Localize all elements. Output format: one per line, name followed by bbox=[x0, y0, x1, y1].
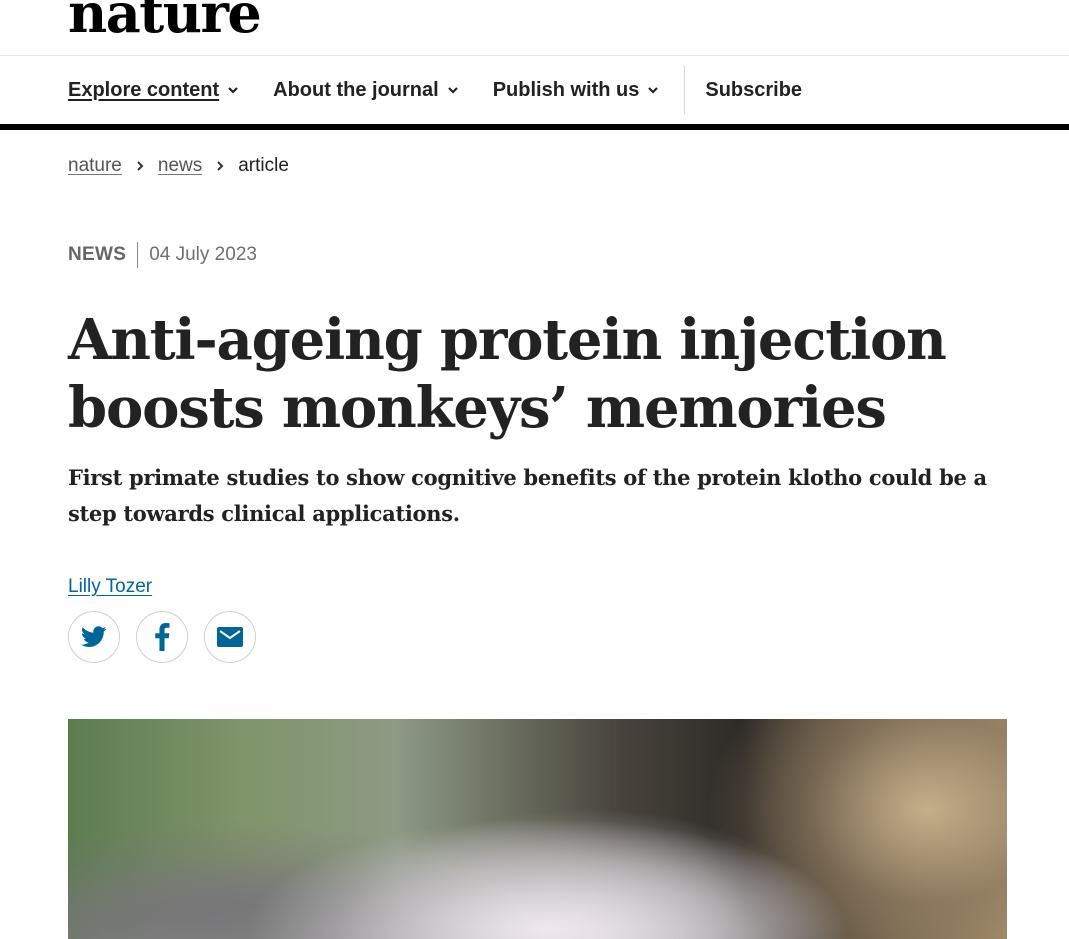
author-link[interactable]: Lilly Tozer bbox=[68, 576, 152, 598]
nav-about-journal-label: About the journal bbox=[273, 78, 439, 101]
chevron-right-icon bbox=[137, 161, 144, 171]
twitter-icon bbox=[81, 626, 107, 647]
nav-explore-content[interactable]: Explore content bbox=[68, 79, 239, 102]
article-title: Anti-ageing protein injection boosts mon… bbox=[68, 307, 947, 441]
chevron-down-icon bbox=[447, 87, 458, 94]
monkey-fur-image-detail bbox=[68, 779, 1007, 939]
publish-date: 04 July 2023 bbox=[149, 244, 257, 265]
subscribe-link[interactable]: Subscribe bbox=[705, 79, 802, 102]
nature-logo[interactable]: nature bbox=[68, 0, 262, 40]
nav-divider bbox=[684, 66, 686, 114]
breadcrumb-current: article bbox=[238, 155, 289, 176]
chevron-down-icon bbox=[648, 87, 659, 94]
article-standfirst: First primate studies to show cognitive … bbox=[68, 465, 987, 526]
nav-explore-content-label: Explore content bbox=[68, 78, 220, 101]
nav-rule bbox=[0, 124, 1069, 130]
breadcrumb-nature[interactable]: nature bbox=[68, 155, 122, 177]
main-nav: Explore content About the journal Publis… bbox=[68, 66, 836, 114]
breadcrumb-news[interactable]: news bbox=[158, 155, 202, 177]
share-buttons bbox=[68, 611, 272, 663]
nav-publish-with-us-label: Publish with us bbox=[492, 78, 640, 101]
article-type: NEWS bbox=[68, 244, 127, 265]
nav-publish-with-us[interactable]: Publish with us bbox=[493, 79, 660, 102]
article-hero-image bbox=[68, 719, 1007, 939]
breadcrumb: nature news article bbox=[68, 155, 289, 177]
email-icon bbox=[217, 627, 243, 647]
share-facebook-button[interactable] bbox=[136, 611, 188, 663]
header-divider bbox=[0, 55, 1069, 56]
share-email-button[interactable] bbox=[204, 611, 256, 663]
facebook-icon bbox=[155, 623, 170, 651]
share-twitter-button[interactable] bbox=[68, 611, 120, 663]
chevron-right-icon bbox=[217, 161, 224, 171]
article-meta: NEWS 04 July 2023 bbox=[68, 242, 257, 268]
meta-divider bbox=[137, 242, 139, 268]
nav-about-journal[interactable]: About the journal bbox=[273, 79, 459, 102]
chevron-down-icon bbox=[228, 87, 238, 94]
